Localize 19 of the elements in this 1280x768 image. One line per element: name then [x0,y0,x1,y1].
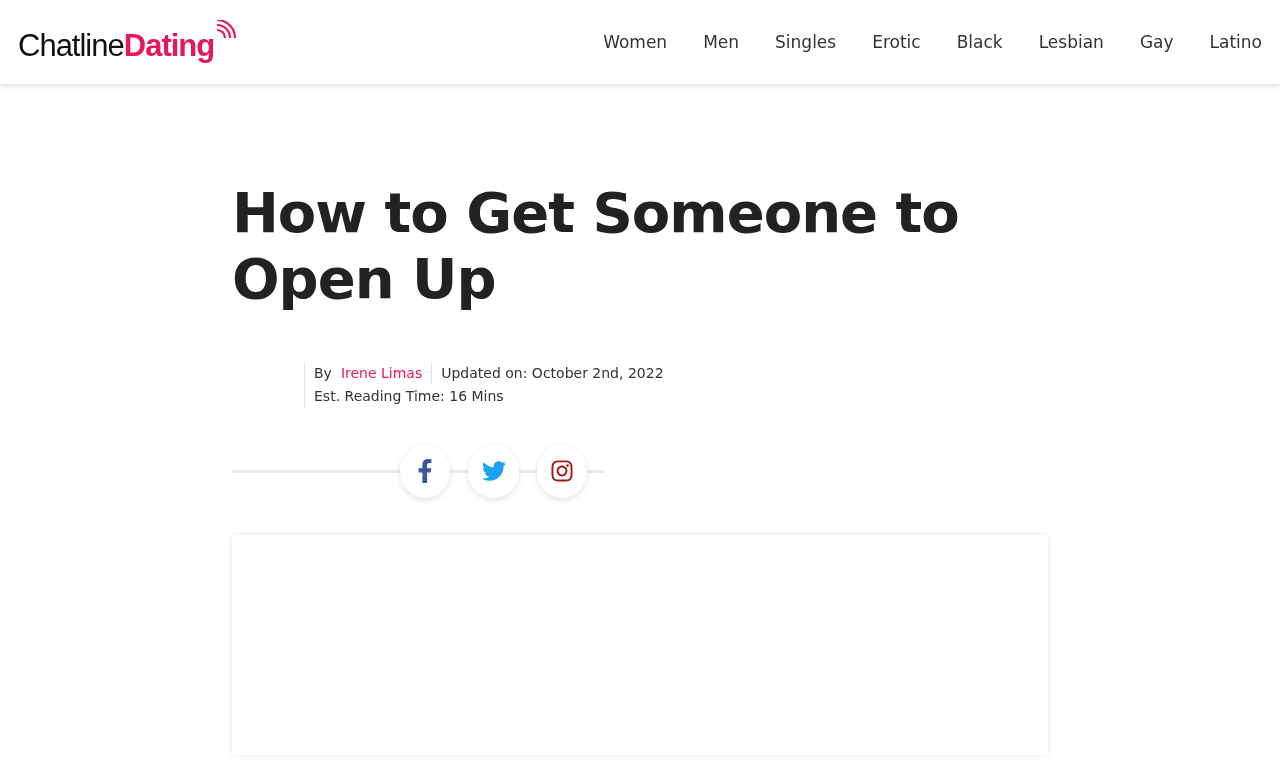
logo-text[interactable]: Dating [123,28,215,64]
share-button[interactable] [536,444,587,498]
logo-text[interactable]: Chatline [18,28,124,64]
nav-link[interactable]: Black [956,32,1003,52]
share-button[interactable] [400,444,451,498]
updated-date: Updated on: October 2nd, 2022 [441,364,664,383]
nav-link[interactable]: Gay [1139,32,1174,52]
nav-link[interactable]: Women [603,32,668,52]
article-title: How to Get Someone to Open Up [232,180,960,312]
byline-prefix: By [314,364,332,383]
nav-link[interactable]: Men [703,32,740,52]
nav-link[interactable]: Latino [1209,32,1262,52]
nav-link[interactable]: Lesbian [1038,32,1104,52]
twitter-icon [481,459,506,483]
reading-time: Est. Reading Time: 16 Mins [314,387,504,406]
author-link[interactable]: Irene Limas [340,362,433,385]
nav-link[interactable]: Singles [775,32,837,52]
nav-link[interactable]: Erotic [872,32,921,52]
instagram-icon [549,459,574,483]
